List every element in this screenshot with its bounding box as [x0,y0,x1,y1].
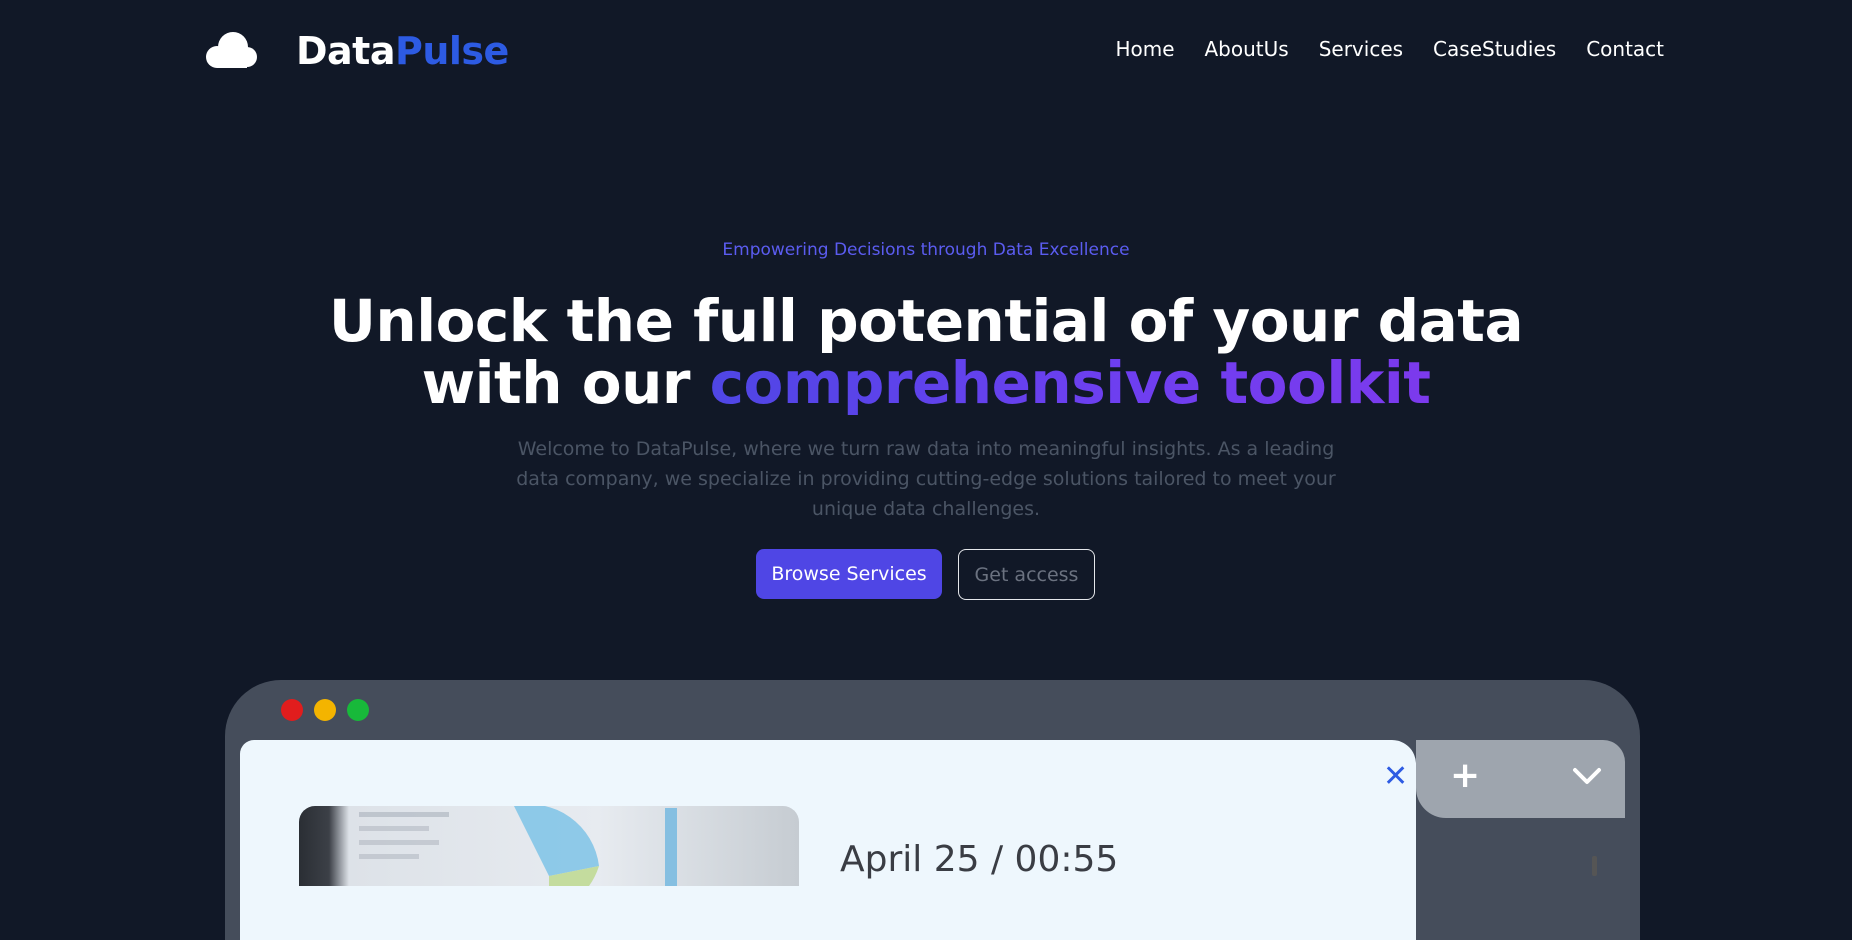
cloud-icon [206,32,257,68]
nav-contact-link[interactable]: Contact [1586,36,1664,62]
dashboard-thumbnail [299,806,799,886]
window-controls [281,699,369,721]
headline-highlight: comprehensive toolkit [709,349,1431,417]
mock-datetime: April 25 / 00:55 [840,839,1119,880]
brand-name-part1: Data [296,29,396,73]
logo[interactable]: DataPulse [204,26,509,76]
hero-description: Welcome to DataPulse, where we turn raw … [516,438,1336,520]
headline-line1: Unlock the full potential of your data [328,287,1524,355]
headline-line2: with our [421,349,710,417]
hero-tagline: Empowering Decisions through Data Excell… [722,240,1130,260]
chevron-down-icon[interactable] [1572,766,1602,786]
nav-services-link[interactable]: Services [1319,36,1403,62]
hero-actions: Browse Services Get access [0,549,1852,600]
brand-name-part2: Pulse [395,29,509,73]
dashboard-image [299,806,799,886]
main-nav: Home AboutUs Services CaseStudies Contac… [1085,36,1664,62]
nav-about-link[interactable]: AboutUs [1205,36,1289,62]
close-icon[interactable]: ✕ [1383,762,1408,792]
nav-casestudies-link[interactable]: CaseStudies [1433,36,1556,62]
scrollbar-thumb[interactable] [1592,856,1597,876]
close-window-dot [281,699,303,721]
browse-services-button[interactable]: Browse Services [756,549,942,599]
hero-headline: Unlock the full potential of your data w… [0,290,1852,414]
plus-icon[interactable]: + [1450,758,1480,794]
nav-home-link[interactable]: Home [1115,36,1174,62]
site-header: DataPulse Home AboutUs Services CaseStud… [0,0,1852,100]
get-access-button[interactable]: Get access [958,549,1095,600]
brand-name: DataPulse [296,29,509,73]
minimize-window-dot [314,699,336,721]
maximize-window-dot [347,699,369,721]
